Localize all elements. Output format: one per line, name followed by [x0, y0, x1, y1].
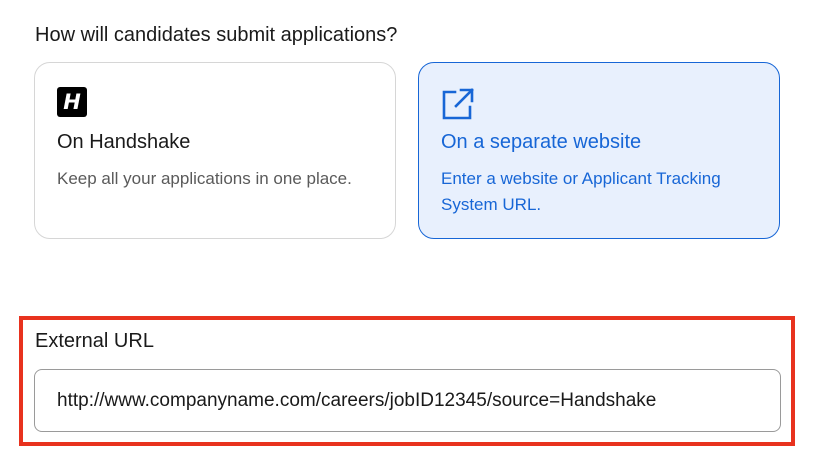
application-method-form: How will candidates submit applications?…	[0, 0, 830, 460]
handshake-logo-letter: H	[57, 87, 87, 117]
option-separate-website[interactable]: On a separate website Enter a website or…	[418, 62, 780, 239]
handshake-logo-icon: H	[57, 87, 89, 119]
option-description: Enter a website or Applicant Tracking Sy…	[441, 169, 721, 214]
external-link-icon	[441, 87, 474, 120]
option-on-handshake[interactable]: H On Handshake Keep all your application…	[34, 62, 396, 239]
external-url-label: External URL	[35, 330, 154, 352]
option-title: On a separate website	[441, 131, 642, 153]
external-url-input[interactable]	[34, 369, 781, 432]
option-description: Keep all your applications in one place.	[57, 169, 352, 188]
option-title: On Handshake	[57, 131, 191, 153]
question-heading: How will candidates submit applications?	[35, 24, 398, 46]
